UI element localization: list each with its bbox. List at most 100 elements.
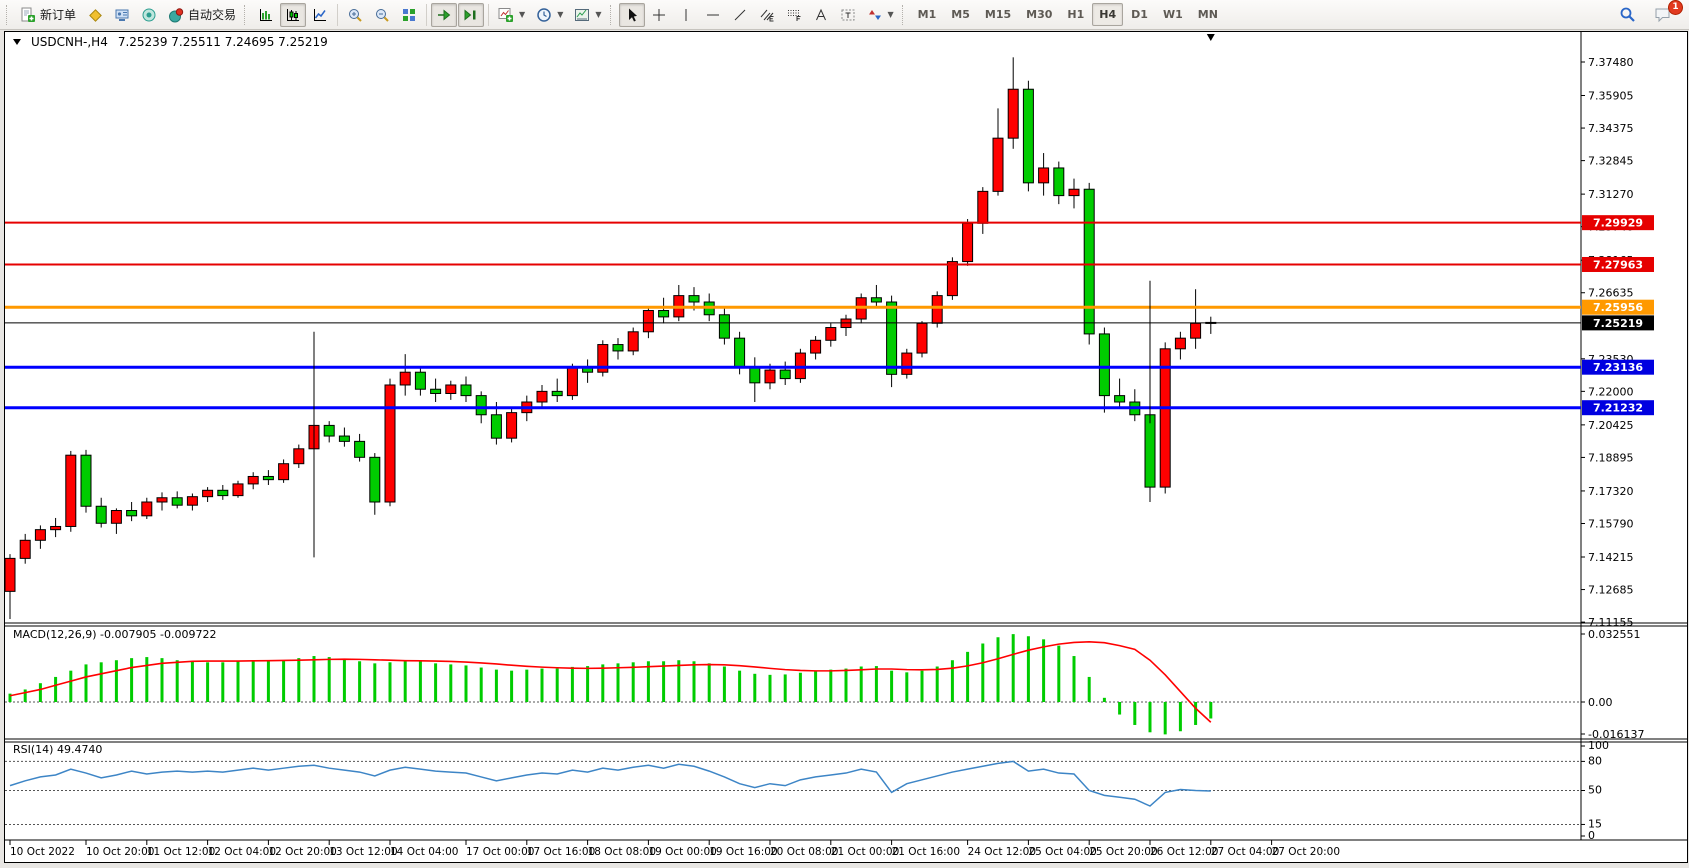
chart-title: USDCNH-,H4 7.25239 7.25511 7.24695 7.252… bbox=[13, 35, 328, 49]
text-label-tool-button[interactable] bbox=[835, 3, 861, 27]
autotrading-button[interactable]: 自动交易 bbox=[163, 3, 241, 27]
timeframe-m1-button[interactable]: M1 bbox=[911, 3, 944, 26]
svg-text:80: 80 bbox=[1588, 754, 1602, 767]
notifications-button[interactable]: 1 bbox=[1649, 3, 1677, 27]
cursor-tool-button[interactable] bbox=[619, 3, 645, 27]
trendline-icon bbox=[732, 7, 748, 23]
svg-text:14 Oct 04:00: 14 Oct 04:00 bbox=[390, 846, 458, 858]
timeframe-w1-button[interactable]: W1 bbox=[1156, 3, 1190, 26]
svg-text:0: 0 bbox=[1588, 829, 1595, 842]
toolbar-separator bbox=[337, 4, 338, 26]
svg-text:12 Oct 20:00: 12 Oct 20:00 bbox=[268, 846, 336, 858]
periods-button[interactable]: ▼ bbox=[531, 3, 568, 27]
timeframe-h1-button[interactable]: H1 bbox=[1060, 3, 1091, 26]
current-bar-marker bbox=[1207, 34, 1215, 41]
svg-text:19 Oct 16:00: 19 Oct 16:00 bbox=[709, 846, 777, 858]
svg-text:19 Oct 00:00: 19 Oct 00:00 bbox=[648, 846, 716, 858]
svg-text:7.14215: 7.14215 bbox=[1588, 551, 1634, 564]
svg-text:7.29929: 7.29929 bbox=[1593, 217, 1643, 230]
templates-button[interactable]: ▼ bbox=[569, 3, 606, 27]
zoom-out-icon bbox=[374, 7, 390, 23]
svg-text:7.31270: 7.31270 bbox=[1588, 188, 1634, 201]
crosshair-icon bbox=[651, 7, 667, 23]
text-icon bbox=[813, 7, 829, 23]
svg-text:7.37480: 7.37480 bbox=[1588, 56, 1634, 69]
indicators-icon bbox=[498, 7, 514, 23]
strategy-tester-icon bbox=[141, 7, 157, 23]
crosshair-tool-button[interactable] bbox=[646, 3, 672, 27]
svg-text:12 Oct 04:00: 12 Oct 04:00 bbox=[208, 846, 276, 858]
new-order-icon bbox=[20, 7, 36, 23]
timeframe-d1-button[interactable]: D1 bbox=[1124, 3, 1155, 26]
svg-text:50: 50 bbox=[1588, 784, 1602, 797]
search-button[interactable] bbox=[1614, 3, 1641, 27]
svg-text:18 Oct 08:00: 18 Oct 08:00 bbox=[588, 846, 656, 858]
autotrading-icon bbox=[168, 7, 184, 23]
svg-text:13 Oct 12:00: 13 Oct 12:00 bbox=[329, 846, 397, 858]
chart-canvas[interactable]: 7.374807.359057.343757.328457.312707.297… bbox=[5, 32, 1687, 860]
svg-text:7.25219: 7.25219 bbox=[1593, 317, 1643, 330]
timeframe-m5-button[interactable]: M5 bbox=[944, 3, 977, 26]
strategy-tester-button[interactable] bbox=[136, 3, 162, 27]
svg-text:27 Oct 04:00: 27 Oct 04:00 bbox=[1211, 846, 1279, 858]
collapse-triangle-icon[interactable] bbox=[13, 39, 21, 45]
svg-text:20 Oct 08:00: 20 Oct 08:00 bbox=[770, 846, 838, 858]
toolbar-grip bbox=[902, 5, 906, 25]
toolbar-grip bbox=[610, 5, 614, 25]
chevron-down-icon: ▼ bbox=[595, 10, 601, 19]
line-chart-button[interactable] bbox=[307, 3, 333, 27]
tile-windows-button[interactable] bbox=[396, 3, 422, 27]
arrows-tool-button[interactable]: ▼ bbox=[862, 3, 899, 27]
svg-text:7.18895: 7.18895 bbox=[1588, 451, 1634, 464]
terminal-icon bbox=[114, 7, 130, 23]
fibonacci-icon bbox=[786, 7, 802, 23]
timeframe-mn-button[interactable]: MN bbox=[1191, 3, 1225, 26]
fibonacci-tool-button[interactable] bbox=[781, 3, 807, 27]
indicators-button[interactable]: ▼ bbox=[493, 3, 530, 27]
vertical-line-tool-button[interactable] bbox=[673, 3, 699, 27]
search-icon bbox=[1619, 6, 1636, 23]
chart-canvas-host[interactable]: 7.374807.359057.343757.328457.312707.297… bbox=[5, 32, 1687, 860]
svg-text:7.25956: 7.25956 bbox=[1593, 301, 1643, 314]
svg-text:0.032551: 0.032551 bbox=[1588, 628, 1641, 641]
text-tool-button[interactable] bbox=[808, 3, 834, 27]
svg-text:7.15790: 7.15790 bbox=[1588, 517, 1634, 530]
svg-text:7.21232: 7.21232 bbox=[1593, 402, 1643, 415]
zoom-out-button[interactable] bbox=[369, 3, 395, 27]
bar-chart-button[interactable] bbox=[253, 3, 279, 27]
timeframe-m15-button[interactable]: M15 bbox=[978, 3, 1018, 26]
line-chart-icon bbox=[312, 7, 328, 23]
candles-layer bbox=[5, 57, 1216, 619]
channel-tool-button[interactable] bbox=[754, 3, 780, 27]
candlestick-chart-icon bbox=[285, 7, 301, 23]
date-axis[interactable]: 10 Oct 202210 Oct 20:0011 Oct 12:0012 Oc… bbox=[10, 840, 1340, 858]
terminal-button[interactable] bbox=[109, 3, 135, 27]
svg-text:7.26635: 7.26635 bbox=[1588, 287, 1634, 300]
trendline-tool-button[interactable] bbox=[727, 3, 753, 27]
svg-text:100: 100 bbox=[1588, 739, 1609, 752]
svg-text:7.27963: 7.27963 bbox=[1593, 258, 1643, 271]
zoom-in-button[interactable] bbox=[342, 3, 368, 27]
auto-scroll-button[interactable] bbox=[431, 3, 457, 27]
timeframe-h4-button[interactable]: H4 bbox=[1092, 3, 1123, 26]
levels-layer[interactable] bbox=[5, 223, 1581, 558]
tile-windows-icon bbox=[401, 7, 417, 23]
macd-label: MACD(12,26,9) -0.007905 -0.009722 bbox=[13, 628, 216, 641]
cursor-icon bbox=[624, 7, 640, 23]
new-order-button[interactable]: 新订单 bbox=[15, 3, 81, 27]
metaeditor-button[interactable] bbox=[82, 3, 108, 27]
svg-text:25 Oct 04:00: 25 Oct 04:00 bbox=[1028, 846, 1096, 858]
chevron-down-icon: ▼ bbox=[888, 10, 894, 19]
chart-window[interactable]: USDCNH-,H4 7.25239 7.25511 7.24695 7.252… bbox=[4, 31, 1688, 863]
candlestick-chart-button[interactable] bbox=[280, 3, 306, 27]
svg-text:7.23136: 7.23136 bbox=[1593, 361, 1643, 374]
chart-shift-button[interactable] bbox=[458, 3, 484, 27]
vertical-line-icon bbox=[678, 7, 694, 23]
timeframe-m30-button[interactable]: M30 bbox=[1019, 3, 1059, 26]
auto-scroll-icon bbox=[436, 7, 452, 23]
toolbar-separator bbox=[488, 4, 489, 26]
horizontal-line-tool-button[interactable] bbox=[700, 3, 726, 27]
chevron-down-icon: ▼ bbox=[557, 10, 563, 19]
svg-text:7.12685: 7.12685 bbox=[1588, 584, 1634, 597]
svg-text:26 Oct 12:00: 26 Oct 12:00 bbox=[1150, 846, 1218, 858]
